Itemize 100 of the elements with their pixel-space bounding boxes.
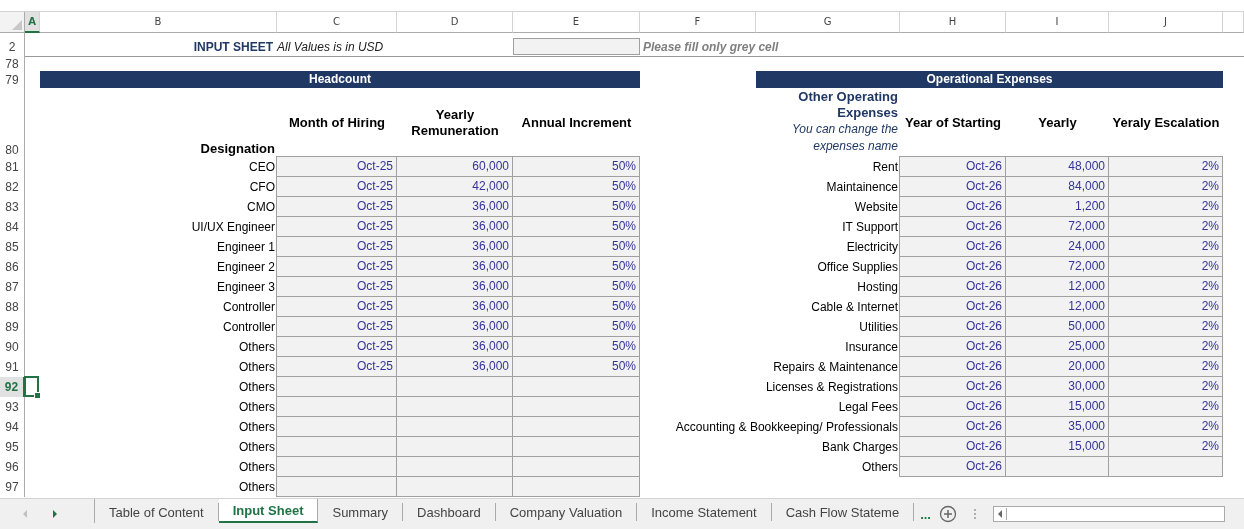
table-cell[interactable]: 84,000 (1005, 176, 1109, 197)
table-cell[interactable]: 50% (512, 256, 640, 277)
column-header[interactable]: B (40, 12, 277, 33)
expense-label: Electricity (846, 240, 898, 254)
column-header[interactable]: D (397, 12, 513, 33)
expense-label: Cable & Internet (811, 300, 898, 314)
expense-label: Rent (872, 160, 898, 174)
table-cell[interactable]: 2% (1108, 256, 1223, 277)
column-header[interactable]: G (756, 12, 900, 33)
sheet-tab[interactable]: Input Sheet (218, 499, 319, 524)
expense-label: Office Supplies (817, 260, 898, 274)
table-cell[interactable] (512, 476, 640, 497)
table-cell[interactable]: 2% (1108, 416, 1223, 437)
table-cell[interactable]: 48,000 (1005, 156, 1109, 177)
table-cell[interactable]: 50% (512, 356, 640, 377)
table-cell[interactable]: 72,000 (1005, 216, 1109, 237)
sheet-tab[interactable]: Cash Flow Stateme (771, 503, 915, 522)
designation-label: Engineer 3 (216, 280, 275, 294)
designation-label: Others (239, 380, 275, 394)
cell-cursor (24, 376, 39, 397)
add-sheet-icon[interactable] (939, 505, 957, 524)
table-cell[interactable] (512, 376, 640, 397)
scroll-right-icon[interactable] (50, 509, 60, 520)
column-header[interactable]: F (640, 12, 756, 33)
table-cell[interactable]: 72,000 (1005, 256, 1109, 277)
table-cell[interactable]: 2% (1108, 196, 1223, 217)
column-header[interactable]: J (1109, 12, 1223, 33)
table-cell[interactable] (512, 396, 640, 417)
table-cell[interactable]: 2% (1108, 336, 1223, 357)
table-cell[interactable]: 2% (1108, 356, 1223, 377)
table-cell[interactable]: 50% (512, 216, 640, 237)
table-cell[interactable] (1005, 456, 1109, 477)
more-tabs[interactable]: ... (920, 506, 931, 522)
table-cell[interactable]: 2% (1108, 396, 1223, 417)
expense-label: Bank Charges (821, 440, 898, 454)
select-all-button[interactable] (0, 12, 25, 33)
column-title: Annual Increment (521, 115, 632, 131)
sheet-tab[interactable]: Summary (318, 503, 404, 522)
column-title: Year of Starting (904, 115, 1002, 131)
table-cell[interactable]: 50,000 (1005, 316, 1109, 337)
expense-label: Repairs & Maintenance (773, 360, 898, 374)
table-cell[interactable]: 50% (512, 336, 640, 357)
table-cell[interactable]: 60,000 (396, 156, 513, 177)
table-cell[interactable]: 50% (512, 276, 640, 297)
sheet-tab[interactable]: Income Statement (637, 503, 772, 522)
table-cell[interactable]: 15,000 (1005, 436, 1109, 457)
table-cell[interactable]: 2% (1108, 176, 1223, 197)
table-cell[interactable]: 2% (1108, 316, 1223, 337)
designation-label: CFO (249, 180, 275, 194)
column-header[interactable]: A (25, 12, 40, 33)
table-cell[interactable]: 50% (512, 196, 640, 217)
designation-label: Others (239, 460, 275, 474)
table-cell[interactable]: 1,200 (1005, 196, 1109, 217)
expense-label: Legal Fees (838, 400, 898, 414)
table-cell[interactable] (512, 436, 640, 457)
table-cell[interactable]: 20,000 (1005, 356, 1109, 377)
table-cell[interactable]: 2% (1108, 216, 1223, 237)
table-cell[interactable] (1108, 456, 1223, 477)
designation-label: Engineer 1 (216, 240, 275, 254)
column-header[interactable]: I (1006, 12, 1109, 33)
table-cell[interactable]: 50% (512, 156, 640, 177)
currency-note: All Values is in USD (277, 40, 384, 54)
table-cell[interactable]: 2% (1108, 436, 1223, 457)
sheet-tab[interactable]: Company Valuation (495, 503, 638, 522)
designation-label: Others (239, 440, 275, 454)
column-header[interactable]: C (277, 12, 397, 33)
table-cell[interactable]: 12,000 (1005, 276, 1109, 297)
sheet-tab[interactable]: Dashboard (403, 503, 496, 522)
designation-label: Others (239, 480, 275, 494)
horizontal-scrollbar[interactable] (993, 506, 1225, 523)
table-cell[interactable]: 24,000 (1005, 236, 1109, 257)
table-cell[interactable]: Oct-26 (899, 156, 1006, 177)
table-cell[interactable]: 50% (512, 176, 640, 197)
table-cell[interactable]: 50% (512, 296, 640, 317)
table-cell[interactable]: 2% (1108, 296, 1223, 317)
table-cell[interactable]: 50% (512, 316, 640, 337)
table-cell[interactable]: 2% (1108, 156, 1223, 177)
table-cell[interactable] (512, 456, 640, 477)
table-cell[interactable]: 2% (1108, 276, 1223, 297)
column-title: Yearly Remuneration (410, 107, 500, 139)
expense-label: Hosting (857, 280, 898, 294)
table-cell[interactable]: 15,000 (1005, 396, 1109, 417)
expense-label: Licenses & Registrations (765, 380, 898, 394)
table-cell[interactable]: 25,000 (1005, 336, 1109, 357)
table-cell[interactable]: 2% (1108, 376, 1223, 397)
column-header[interactable]: E (513, 12, 640, 33)
designation-label: Others (239, 420, 275, 434)
table-cell[interactable] (512, 416, 640, 437)
table-cell[interactable]: 35,000 (1005, 416, 1109, 437)
expense-label: IT Support (842, 220, 898, 234)
table-cell[interactable]: 12,000 (1005, 296, 1109, 317)
table-cell[interactable]: Oct-25 (276, 156, 397, 177)
splitter-handle-icon[interactable] (973, 508, 977, 521)
input-cell[interactable] (513, 38, 640, 56)
table-cell[interactable]: 50% (512, 236, 640, 257)
table-cell[interactable]: 2% (1108, 236, 1223, 257)
sheet-tab[interactable]: Table of Content (95, 503, 219, 522)
table-cell[interactable]: 30,000 (1005, 376, 1109, 397)
column-header[interactable]: H (900, 12, 1006, 33)
column-header[interactable] (1223, 12, 1244, 33)
